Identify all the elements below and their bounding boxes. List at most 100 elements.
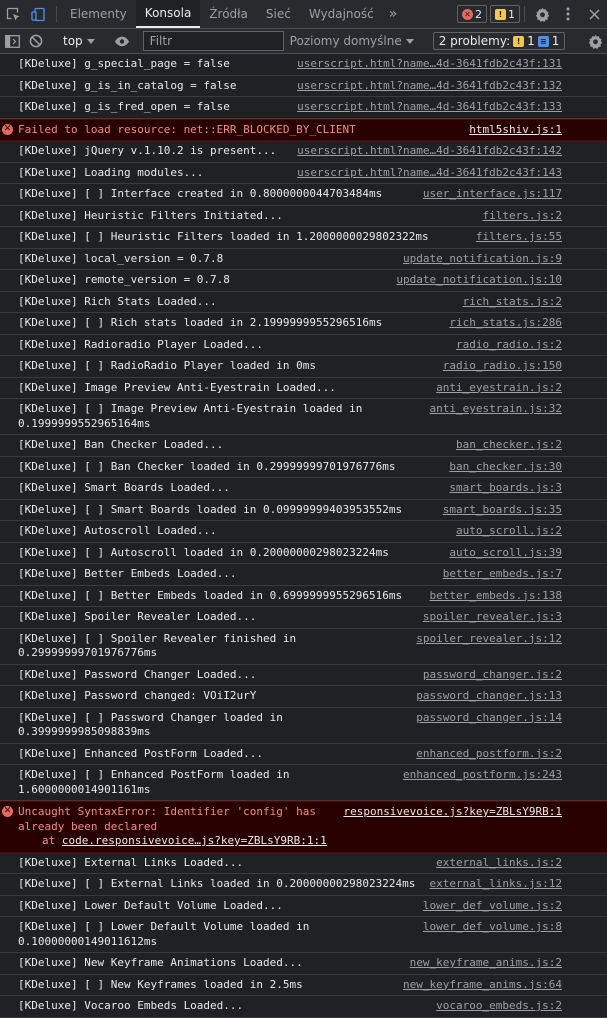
console-log-message: [KDeluxe] Password Changer Loaded... pass… [0,665,607,686]
source-link[interactable]: userscript.html?name…4d-3641fdb2c43f:131 [297,57,562,72]
console-log-message: [KDeluxe] [ ] Smart Boards loaded in 0.0… [0,500,607,521]
source-link[interactable]: update_notification.js:10 [396,273,562,288]
source-link[interactable]: userscript.html?name…4d-3641fdb2c43f:133 [297,100,562,115]
console-log-message: [KDeluxe] [ ] Heuristic Filters loaded i… [0,227,607,249]
tabbar-divider [56,6,57,22]
source-link[interactable]: better_embeds.js:138 [430,589,562,604]
console-error-message: ✕ Failed to load resource: net::ERR_BLOCK… [0,118,607,141]
console-error-message: ✕ Uncaught SyntaxError: Identifier 'confi… [0,801,607,853]
console-log-message: [KDeluxe] Autoscroll Loaded... auto_scrol… [0,521,607,543]
source-link[interactable]: password_changer.js:13 [416,689,562,704]
console-log-message: [KDeluxe] [ ] Better Embeds loaded in 0.… [0,586,607,607]
source-link[interactable]: enhanced_postform.js:243 [403,768,562,783]
tab-network[interactable]: Sieć [257,0,300,28]
tabbar-divider [524,6,525,22]
source-link[interactable]: password_changer.js:2 [423,668,562,683]
dropdown-arrow-icon [86,38,95,44]
source-link[interactable]: external_links.js:12 [430,877,562,892]
console-log-message: [KDeluxe] Password changed: VOiI2urY pass… [0,686,607,708]
more-tabs-button[interactable]: » [383,0,404,28]
settings-gear-icon[interactable] [529,0,555,28]
source-link[interactable]: spoiler_revealer.js:3 [423,610,562,625]
close-devtools-icon[interactable] [581,0,607,28]
source-link[interactable]: anti_eyestrain.js:2 [436,381,562,396]
log-levels-dropdown[interactable]: Poziomy domyślne [284,34,420,48]
live-expression-eye-icon[interactable] [110,29,134,53]
error-count-badge[interactable]: ✕ 2 [457,5,487,23]
source-link[interactable]: lower_def_volume.js:2 [423,899,562,914]
tab-console[interactable]: Konsola [135,0,201,28]
source-link[interactable]: lower_def_volume.js:8 [423,920,562,935]
source-link[interactable]: auto_scroll.js:2 [456,524,562,539]
tab-elements[interactable]: Elementy [61,0,136,28]
tabbar-spacer [403,0,457,28]
console-log-message: [KDeluxe] [ ] Lower Default Volume loade… [0,917,607,953]
context-selector[interactable]: top [57,34,101,48]
console-log-message: [KDeluxe] Smart Boards Loaded... smart_bo… [0,478,607,500]
issues-warning-count: 1 [527,34,535,48]
source-link[interactable]: anti_eyestrain.js:32 [430,402,562,417]
source-link[interactable]: responsivevoice.js?key=ZBLsY9RB:1 [343,805,562,820]
source-link[interactable]: external_links.js:2 [436,856,562,871]
source-link[interactable]: ban_checker.js:30 [449,460,562,475]
console-log-message: [KDeluxe] [ ] Password Changer loaded in… [0,708,607,744]
source-link[interactable]: radio_radio.js:150 [443,359,562,374]
console-log-message: [KDeluxe] Spoiler Revealer Loaded... spoi… [0,607,607,629]
console-log-message: [KDeluxe] [ ] RadioRadio Player loaded i… [0,356,607,378]
source-link[interactable]: update_notification.js:9 [403,252,562,267]
source-link[interactable]: password_changer.js:14 [416,711,562,726]
console-log-message: [KDeluxe] [ ] Enhanced PostForm loaded i… [0,765,607,801]
issues-info-count: 1 [551,34,560,48]
source-link[interactable]: userscript.html?name…4d-3641fdb2c43f:132 [297,79,562,94]
inspect-element-icon[interactable] [0,0,26,28]
source-link[interactable]: new_keyframe_anims.js:64 [403,978,562,993]
tab-performance[interactable]: Wydajność [300,0,383,28]
source-link[interactable]: enhanced_postform.js:2 [416,747,562,762]
source-link[interactable]: auto_scroll.js:39 [449,546,562,561]
stack-trace: at code.responsivevoice…js?key=ZBLsY9RB:… [18,834,563,849]
console-settings-gear-icon[interactable] [583,29,607,53]
issues-button[interactable]: 2 problemy: ! 1 ≡ 1 [432,32,566,50]
console-log-message: [KDeluxe] Radioradio Player Loaded... rad… [0,335,607,356]
source-link[interactable]: smart_boards.js:3 [449,481,562,496]
source-link[interactable]: userscript.html?name…4d-3641fdb2c43f:142 [297,144,562,159]
error-icon: ✕ [2,806,13,817]
warning-count-badge[interactable]: ! 1 [490,5,520,23]
dropdown-arrow-icon [405,38,414,44]
console-filter-input[interactable]: Filtr [142,31,284,51]
stack-trace-link[interactable]: code.responsivevoice…js?key=ZBLsY9RB:1:1 [62,834,327,847]
source-link[interactable]: spoiler_revealer.js:12 [416,632,562,647]
console-log-message: [KDeluxe] Enhanced PostForm Loaded... enh… [0,744,607,765]
console-log-message: [KDeluxe] Ban Checker Loaded... ban_check… [0,435,607,457]
error-count: 2 [475,7,482,21]
device-toolbar-icon[interactable] [26,0,52,28]
source-link[interactable]: better_embeds.js:7 [443,567,562,582]
source-link[interactable]: vocaroo_embeds.js:2 [436,999,562,1014]
source-link[interactable]: new_keyframe_anims.js:2 [410,956,562,971]
source-link[interactable]: userscript.html?name…4d-3641fdb2c43f:143 [297,166,562,181]
issues-label: 2 problemy: [438,34,511,48]
console-log-message: [KDeluxe] [ ] Interface created in 0.800… [0,184,607,206]
source-link[interactable]: smart_boards.js:35 [443,503,562,518]
console-log-message: [KDeluxe] g_special_page = false userscri… [0,54,607,76]
source-link[interactable]: html5shiv.js:1 [469,123,562,138]
source-link[interactable]: user_interface.js:117 [423,187,562,202]
message-text: [KDeluxe] Heuristic Filters Initiated... [18,208,283,222]
source-link[interactable]: filters.js:2 [483,209,562,224]
sidebar-toggle-icon[interactable] [0,29,24,53]
warning-icon: ! [513,35,525,47]
console-log-message: [KDeluxe] [ ] New Keyframes loaded in 2.… [0,975,607,996]
source-link[interactable]: ban_checker.js:2 [456,438,562,453]
tab-sources[interactable]: Źródła [200,0,257,28]
more-options-icon[interactable] [555,0,581,28]
clear-console-icon[interactable] [24,29,48,53]
console-log-message: [KDeluxe] New Keyframe Animations Loaded… [0,953,607,975]
source-link[interactable]: rich_stats.js:2 [463,295,562,310]
warning-icon: ! [495,8,506,20]
console-log-message: [KDeluxe] [ ] Autoscroll loaded in 0.200… [0,543,607,564]
devtools-tabbar: Elementy Konsola Źródła Sieć Wydajność »… [0,0,607,29]
source-link[interactable]: rich_stats.js:286 [449,316,562,331]
console-log-message: [KDeluxe] [ ] Spoiler Revealer finished … [0,629,607,665]
source-link[interactable]: filters.js:55 [476,230,562,245]
source-link[interactable]: radio_radio.js:2 [456,338,562,353]
